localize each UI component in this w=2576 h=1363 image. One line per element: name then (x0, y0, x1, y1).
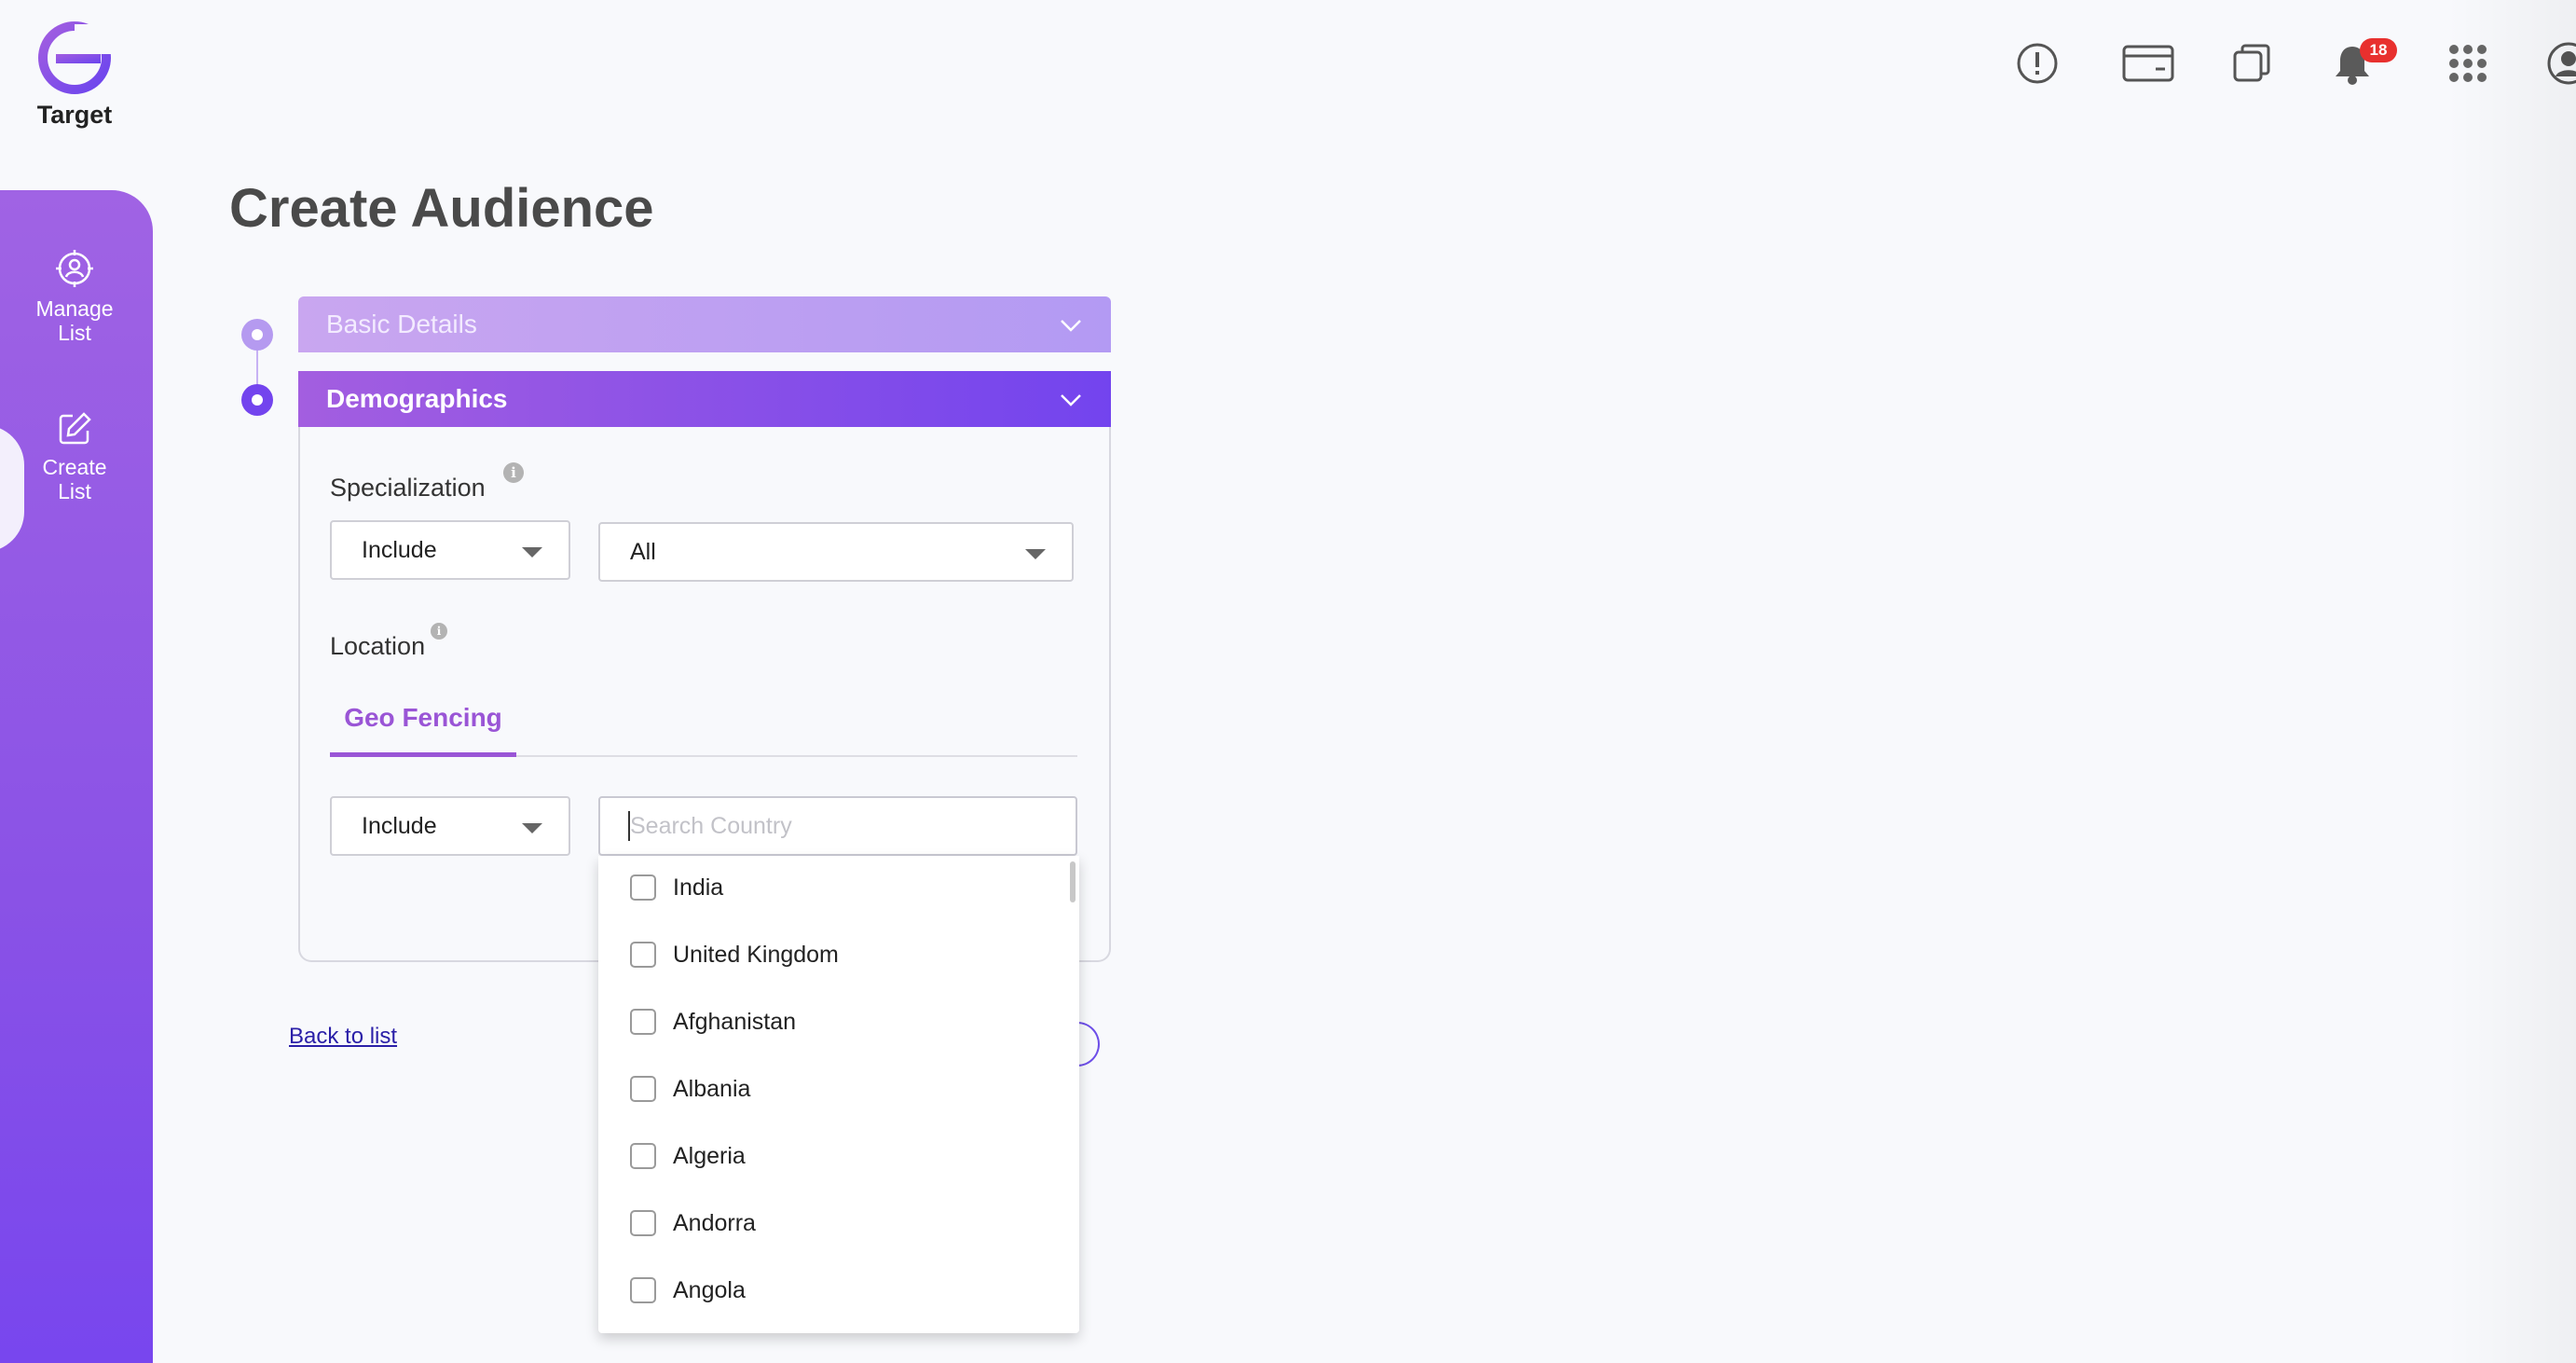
page-title: Create Audience (229, 178, 654, 239)
country-option[interactable]: India (598, 860, 1064, 916)
back-to-list-link[interactable]: Back to list (289, 1024, 397, 1050)
info-icon[interactable]: i (503, 462, 524, 483)
accordion-title: Demographics (326, 384, 508, 413)
location-mode-select[interactable]: Include (330, 796, 570, 856)
logo-icon (38, 21, 112, 94)
country-dropdown: India United Kingdom Afghanistan Albania… (598, 856, 1079, 1333)
user-avatar-icon[interactable] (2542, 37, 2576, 89)
select-value: All (630, 538, 656, 565)
chevron-down-icon (1061, 394, 1081, 406)
location-label: Location (330, 632, 426, 660)
card-icon[interactable] (2116, 37, 2181, 89)
checkbox[interactable] (630, 1277, 656, 1303)
bell-icon[interactable]: 18 (2326, 37, 2397, 89)
checkbox[interactable] (630, 874, 656, 901)
info-icon[interactable]: i (431, 623, 447, 640)
select-value: Include (362, 536, 437, 563)
country-option[interactable]: Andorra (598, 1195, 1064, 1251)
accordion-basic-details[interactable]: Basic Details (298, 296, 1111, 352)
sidebar-item-label: List (58, 479, 91, 503)
text-cursor (628, 811, 630, 841)
checkbox[interactable] (630, 1076, 656, 1102)
app-logo[interactable]: Target (34, 21, 116, 130)
select-value: Include (362, 812, 437, 839)
checkbox[interactable] (630, 1143, 656, 1169)
accordion-demographics[interactable]: Demographics (298, 371, 1111, 427)
country-label: United Kingdom (673, 941, 839, 968)
search-country-input[interactable] (598, 796, 1077, 856)
checkbox[interactable] (630, 1210, 656, 1236)
country-option[interactable]: Afghanistan (598, 994, 1064, 1050)
country-label: Andorra (673, 1209, 756, 1236)
specialization-label: Specialization (330, 474, 486, 502)
top-toolbar: 18 (1924, 37, 2576, 89)
tab-geo-fencing[interactable]: Geo Fencing (330, 703, 516, 757)
specialization-mode-select[interactable]: Include (330, 520, 570, 580)
edit-icon (59, 412, 91, 445)
specialization-value-select[interactable]: All (598, 522, 1074, 582)
sidebar: Manage List Create List (0, 190, 153, 1363)
country-label: Afghanistan (673, 1008, 797, 1035)
sidebar-item-label: Create (42, 455, 107, 479)
country-label: India (673, 874, 724, 901)
chevron-down-icon (1061, 320, 1081, 332)
page-edge-shade (2446, 0, 2576, 1363)
sidebar-item-manage-list[interactable]: Manage List (0, 248, 149, 345)
country-label: Algeria (673, 1142, 746, 1169)
step-dot-demographics (241, 384, 273, 416)
caret-down-icon (1025, 549, 1046, 559)
country-option[interactable]: United Kingdom (598, 927, 1064, 983)
alert-icon[interactable] (2011, 37, 2063, 89)
sidebar-item-create-list[interactable]: Create List (0, 410, 149, 503)
country-option[interactable]: Algeria (598, 1128, 1064, 1184)
apps-grid-icon[interactable] (2442, 37, 2494, 89)
sidebar-item-label: List (58, 321, 91, 345)
accordion-title: Basic Details (326, 310, 477, 338)
target-user-icon (56, 250, 93, 287)
copy-icon[interactable] (2226, 37, 2278, 89)
sidebar-item-label: Manage (35, 296, 114, 321)
notification-badge: 18 (2360, 38, 2397, 62)
step-dot-basic (241, 319, 273, 351)
logo-text: Target (36, 101, 113, 129)
caret-down-icon (522, 823, 542, 833)
checkbox[interactable] (630, 1009, 656, 1035)
country-option[interactable]: Angola (598, 1262, 1064, 1318)
country-label: Angola (673, 1276, 746, 1303)
country-label: Albania (673, 1075, 751, 1102)
country-option[interactable]: Albania (598, 1061, 1064, 1117)
dropdown-scrollbar[interactable] (1070, 861, 1076, 902)
caret-down-icon (522, 547, 542, 558)
checkbox[interactable] (630, 942, 656, 968)
